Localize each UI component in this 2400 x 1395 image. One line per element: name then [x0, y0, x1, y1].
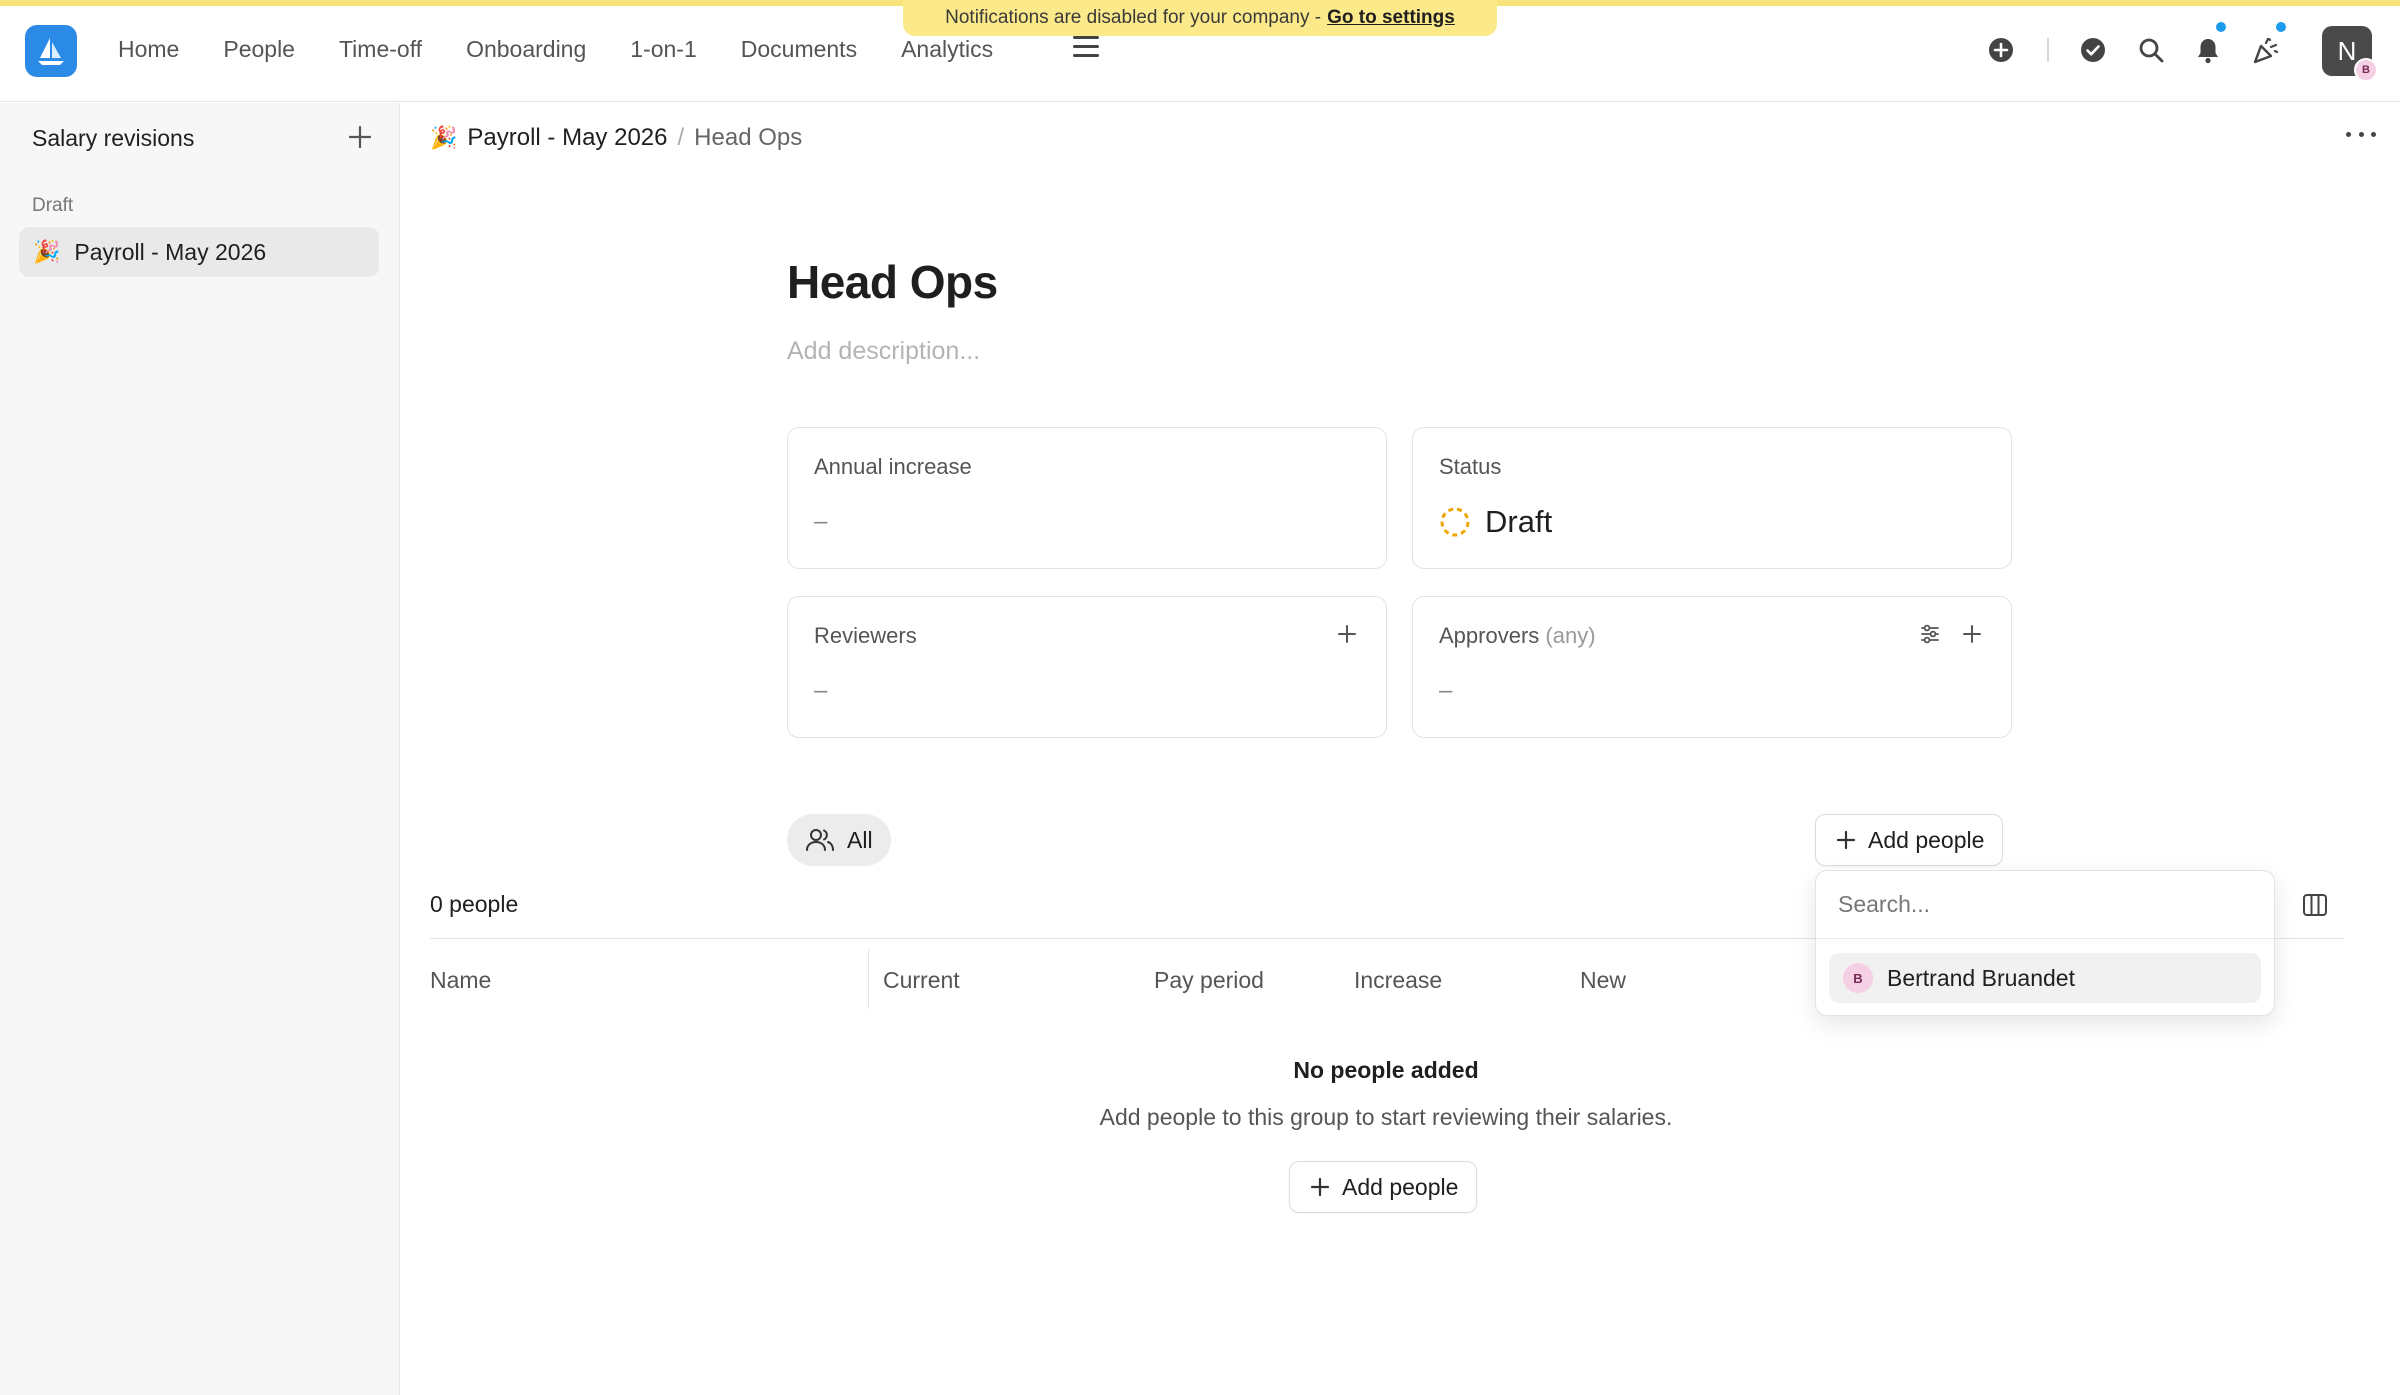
column-header-pay-period[interactable]: Pay period: [1154, 967, 1264, 994]
sidebar-title: Salary revisions: [32, 125, 195, 151]
search-icon[interactable]: [2135, 34, 2167, 66]
draft-status-icon: [1440, 507, 1470, 537]
empty-state-subtitle: Add people to this group to start review…: [1099, 1104, 1673, 1130]
add-people-dropdown: B Bertrand Bruandet: [1815, 870, 2275, 1016]
sidebar: Salary revisions Draft 🎉 Payroll - May 2…: [0, 103, 400, 1395]
sidebar-section-draft: Draft: [32, 195, 74, 216]
breadcrumb-current: Head Ops: [694, 124, 803, 151]
person-avatar: B: [1843, 963, 1873, 993]
card-value: –: [1439, 677, 1453, 704]
approvers-qualifier: (any): [1545, 623, 1596, 648]
party-popper-icon: 🎉: [430, 125, 458, 150]
nav-1-on-1[interactable]: 1-on-1: [608, 32, 718, 67]
user-avatar[interactable]: N B: [2322, 26, 2378, 82]
nav-onboarding[interactable]: Onboarding: [444, 32, 608, 67]
filter-label: All: [847, 826, 873, 853]
status-value: Draft: [1439, 504, 1552, 540]
plus-icon: [1310, 1177, 1330, 1197]
column-header-increase[interactable]: Increase: [1354, 967, 1442, 994]
nav-analytics[interactable]: Analytics: [879, 32, 1015, 67]
hamburger-menu-icon[interactable]: [1073, 36, 1099, 64]
description-placeholder[interactable]: Add description...: [787, 337, 980, 366]
people-search-input[interactable]: [1816, 871, 2274, 939]
status-card[interactable]: Status Draft: [1412, 427, 2012, 569]
plus-icon: [1836, 830, 1856, 850]
approvers-label: Approvers: [1439, 623, 1540, 648]
nav-time-off[interactable]: Time-off: [317, 32, 444, 67]
avatar-initial: N: [2337, 35, 2357, 66]
empty-state-add-people-button[interactable]: Add people: [1289, 1161, 1478, 1213]
column-header-current[interactable]: Current: [883, 967, 960, 994]
add-salary-revision-plus-icon[interactable]: [344, 121, 376, 153]
celebration-notification-dot: [2274, 20, 2288, 34]
card-label: Annual increase: [814, 454, 972, 479]
bell-notification-dot: [2214, 20, 2228, 34]
card-value: –: [814, 508, 828, 535]
column-header-name[interactable]: Name: [430, 967, 491, 994]
add-people-label: Add people: [1868, 826, 1985, 853]
nav-documents[interactable]: Documents: [719, 32, 879, 67]
card-label: Reviewers: [814, 623, 917, 648]
more-options-icon[interactable]: [2346, 122, 2376, 146]
toolbar-divider: [2047, 38, 2049, 62]
sidebar-item-payroll-may-2026[interactable]: 🎉 Payroll - May 2026: [19, 227, 379, 277]
people-group-icon: [806, 829, 834, 851]
card-label: Approvers (any): [1439, 623, 1596, 649]
avatar-badge: B: [2354, 58, 2378, 82]
breadcrumb-separator: /: [677, 124, 685, 151]
people-count: 0 people: [430, 891, 519, 917]
tasks-check-icon[interactable]: [2077, 34, 2109, 66]
dropdown-option-person[interactable]: B Bertrand Bruandet: [1829, 953, 2261, 1003]
approver-settings-sliders-icon[interactable]: [1917, 621, 1943, 647]
breadcrumb-parent[interactable]: Payroll - May 2026: [467, 124, 667, 152]
add-people-button[interactable]: Add people: [1815, 814, 2004, 866]
go-to-settings-link[interactable]: Go to settings: [1327, 7, 1455, 29]
nav-people[interactable]: People: [201, 32, 317, 67]
filter-all-pill[interactable]: All: [787, 814, 891, 866]
party-popper-icon: 🎉: [33, 239, 61, 264]
card-value: –: [814, 677, 828, 704]
nav-home[interactable]: Home: [118, 32, 201, 67]
notice-text: Notifications are disabled for your comp…: [945, 7, 1322, 28]
reviewers-card: Reviewers –: [787, 596, 1387, 738]
sailboat-icon: [38, 38, 64, 65]
column-divider[interactable]: [868, 949, 869, 1009]
page-title[interactable]: Head Ops: [787, 255, 998, 309]
person-name: Bertrand Bruandet: [1887, 964, 2075, 991]
status-text: Draft: [1485, 504, 1553, 539]
sidebar-item-label: Payroll - May 2026: [74, 238, 267, 265]
column-header-new[interactable]: New: [1580, 967, 1626, 994]
approvers-card: Approvers (any) –: [1412, 596, 2012, 738]
add-reviewer-plus-icon[interactable]: [1334, 621, 1360, 647]
app-logo[interactable]: [25, 25, 77, 77]
create-plus-icon[interactable]: [1985, 34, 2017, 66]
celebration-icon[interactable]: [2250, 20, 2288, 66]
annual-increase-card: Annual increase –: [787, 427, 1387, 569]
add-people-label: Add people: [1342, 1173, 1459, 1200]
notifications-disabled-banner: Notifications are disabled for your comp…: [903, 0, 1497, 36]
breadcrumb: 🎉 Payroll - May 2026 / Head Ops: [430, 124, 802, 152]
bell-icon[interactable]: [2192, 20, 2228, 66]
columns-layout-icon[interactable]: [2302, 892, 2330, 918]
main-nav: Home People Time-off Onboarding 1-on-1 D…: [118, 32, 1015, 67]
add-approver-plus-icon[interactable]: [1959, 621, 1985, 647]
card-label: Status: [1439, 454, 1502, 479]
empty-state-title: No people added: [1293, 1057, 1479, 1083]
